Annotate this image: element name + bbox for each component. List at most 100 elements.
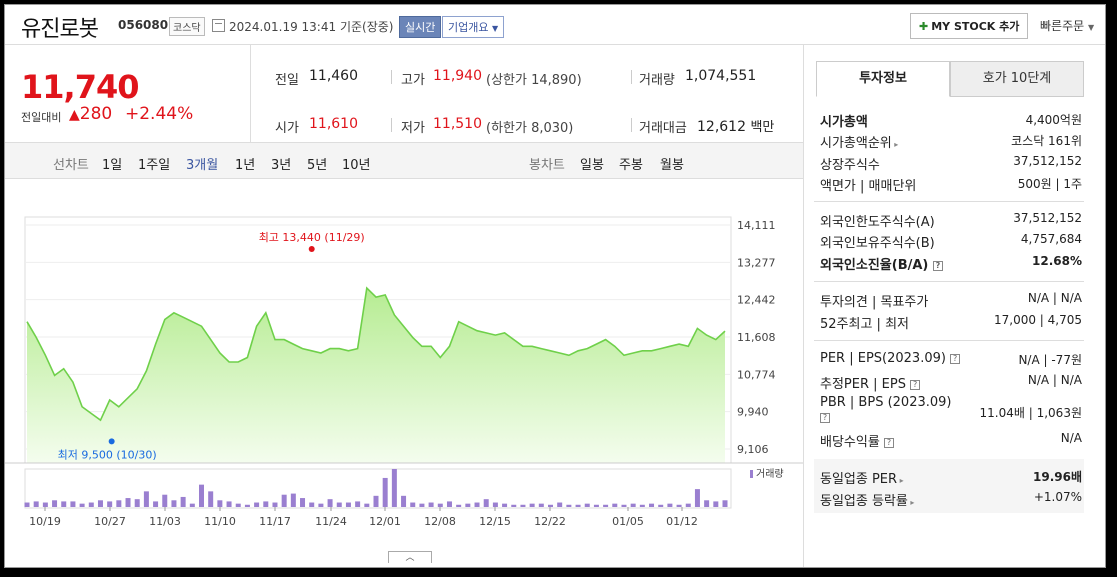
divider [814, 281, 1084, 282]
help-icon[interactable]: ? [950, 353, 961, 364]
high-label: 고가 [401, 73, 425, 88]
upper-limit: (상한가 14,890) [486, 73, 582, 88]
volume-bar [61, 501, 67, 507]
x-tick-label: 10/27 [94, 515, 126, 528]
volume-bar [419, 503, 425, 507]
tab-5year[interactable]: 5년 [307, 154, 327, 173]
tab-1week[interactable]: 1주일 [138, 154, 170, 173]
volume-bar [336, 502, 342, 507]
calendar-icon [212, 19, 225, 32]
x-tick-label: 11/17 [259, 515, 291, 528]
volume-bar [281, 494, 287, 507]
help-icon[interactable]: ? [932, 260, 943, 271]
volume-bar [226, 501, 232, 507]
volume-bar [584, 503, 590, 507]
volume-bar [244, 504, 250, 507]
volume-bar [649, 503, 655, 507]
high-label: 최고 13,440 (11/29) [259, 231, 365, 244]
low-label: 최저 9,500 (10/30) [58, 448, 157, 461]
tab-invest-info[interactable]: 투자정보 [816, 61, 950, 97]
tab-monthly[interactable]: 월봉 [660, 154, 684, 173]
row-industry-change[interactable]: 동일업종 등락률 ▸ +1.07% [820, 490, 1082, 510]
chevron-right-icon: ▸ [897, 476, 904, 485]
realtime-button[interactable]: 실시간 [399, 16, 442, 38]
row-shares: 상장주식수 37,512,152 [820, 154, 1082, 173]
volume-legend: 거래량 [756, 468, 784, 480]
volume-bar [327, 499, 333, 507]
volume-bar [694, 489, 700, 507]
volume-bar [88, 502, 94, 507]
volume-bar [529, 503, 535, 507]
row-pbr: PBR | BPS (2023.09)? 11.04배 | 1,063원 [820, 395, 1082, 423]
tab-10year[interactable]: 10년 [342, 154, 371, 173]
up-triangle-icon: ▲ [69, 107, 80, 123]
volume-bar [391, 469, 397, 507]
tab-3year[interactable]: 3년 [271, 154, 291, 173]
divider [814, 340, 1084, 341]
volume-bar [70, 501, 76, 507]
volume-bar [107, 501, 113, 507]
row-market-cap: 시가총액 4,400억원 [820, 113, 1082, 130]
chart-expand-button[interactable]: ︿ [388, 551, 432, 563]
volume-bar [254, 502, 260, 507]
change-percent: +2.44% [125, 104, 194, 124]
volume-bar [483, 499, 489, 507]
tab-orderbook[interactable]: 호가 10단계 [950, 61, 1084, 97]
change-value: ▲280 [69, 104, 113, 124]
volume-bar [474, 502, 480, 507]
price-area [27, 288, 725, 463]
stock-code: 056080 [118, 18, 169, 32]
volume-bar [125, 498, 131, 507]
volume-bar [143, 491, 149, 507]
volume-bar [364, 503, 370, 507]
volume-bar [208, 491, 214, 507]
row-52week: 52주최고 | 최저 17,000 | 4,705 [820, 313, 1082, 332]
change-label: 전일대비 [21, 111, 62, 124]
y-tick-label: 12,442 [737, 294, 776, 307]
volume-bar [676, 504, 682, 507]
tab-daily[interactable]: 일봉 [580, 154, 604, 173]
line-chart-label: 선차트 [53, 158, 89, 173]
mystock-add-button[interactable]: ✚ MY STOCK 추가 [910, 13, 1029, 39]
volume-bar [79, 503, 85, 507]
volume-bar [153, 501, 159, 507]
corp-overview-dropdown[interactable]: 기업개요 ▼ [442, 16, 505, 38]
help-icon[interactable]: ? [820, 412, 830, 423]
row-est-per: 추정PER | EPS ? N/A | N/A [820, 373, 1082, 392]
low-value: 11,510 [433, 116, 482, 132]
volume-bar [428, 502, 434, 507]
volume-bar [97, 500, 103, 507]
amount-value: 12,612 백만 [697, 119, 775, 135]
tab-weekly[interactable]: 주봉 [619, 154, 643, 173]
tab-1day[interactable]: 1일 [102, 154, 122, 173]
volume-bar [667, 503, 673, 507]
volume-bar [538, 503, 544, 507]
candle-chart-label: 봉차트 [529, 158, 565, 173]
quick-order-dropdown[interactable]: 빠른주문 ▼ [1040, 17, 1094, 34]
volume-bar [621, 504, 627, 507]
y-tick-label: 10,774 [737, 368, 776, 381]
tab-3month[interactable]: 3개월 [186, 154, 218, 173]
volume-bar [437, 503, 443, 507]
right-tabs: 투자정보 호가 10단계 [816, 61, 1084, 97]
stock-name[interactable]: 유진로봇 [21, 11, 99, 43]
tab-1year[interactable]: 1년 [235, 154, 255, 173]
x-tick-label: 12/15 [479, 515, 511, 528]
volume-bar [722, 500, 728, 507]
row-opinion: 투자의견 | 목표주가 N/A | N/A [820, 291, 1082, 310]
volume-bar [263, 501, 269, 507]
y-tick-label: 13,277 [737, 256, 776, 269]
chevron-down-icon: ▼ [1088, 23, 1095, 32]
y-tick-label: 11,608 [737, 331, 776, 344]
row-foreign-limit: 외국인한도주식수(A) 37,512,152 [820, 211, 1082, 230]
volume-bar [456, 504, 462, 507]
row-rank[interactable]: 시가총액순위 ▸ 코스닥 161위 [820, 132, 1082, 152]
x-tick-label: 12/22 [534, 515, 566, 528]
current-price: 11,740 [21, 68, 139, 106]
row-industry-per[interactable]: 동일업종 PER ▸ 19.96배 [820, 468, 1082, 488]
price-chart[interactable]: 14,111 13,277 12,442 11,608 10,774 9,940 9,106… [5, 181, 803, 561]
help-icon[interactable]: ? [910, 379, 921, 390]
volume-legend-swatch [750, 470, 753, 478]
help-icon[interactable]: ? [883, 437, 894, 448]
amount-label: 거래대금 [639, 121, 687, 136]
